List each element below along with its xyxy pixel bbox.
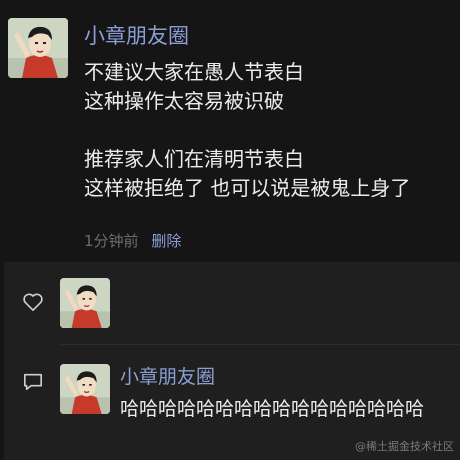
liker-avatar[interactable] [60, 278, 110, 328]
watermark: @稀土掘金技术社区 [355, 440, 454, 453]
post-content: 不建议大家在愚人节表白 这种操作太容易被识破 推荐家人们在清明节表白 这样被拒绝… [84, 58, 460, 203]
commenter-name[interactable]: 小章朋友圈 [120, 362, 215, 389]
post-time: 1分钟前 [84, 232, 139, 250]
post-author-avatar[interactable] [8, 18, 68, 78]
heart-outline-icon [23, 293, 43, 311]
post-meta: 1分钟前 删除 [84, 230, 181, 251]
comment-bubble-icon [24, 373, 42, 391]
cartoon-avatar-image [60, 278, 110, 328]
commenter-avatar[interactable] [60, 364, 110, 414]
comment-text[interactable]: 哈哈哈哈哈哈哈哈哈哈哈哈哈哈哈哈 [120, 394, 460, 421]
cartoon-avatar-image [60, 364, 110, 414]
post-line: 推荐家人们在清明节表白 [84, 147, 304, 171]
cartoon-avatar-image [8, 18, 68, 78]
post-line: 这样被拒绝了 也可以说是被鬼上身了 [84, 176, 411, 200]
panel-divider [60, 344, 460, 345]
post-author-name[interactable]: 小章朋友圈 [84, 20, 189, 50]
post-line: 这种操作太容易被识破 [84, 89, 284, 113]
delete-button[interactable]: 删除 [151, 232, 181, 250]
post-line: 不建议大家在愚人节表白 [84, 60, 304, 84]
